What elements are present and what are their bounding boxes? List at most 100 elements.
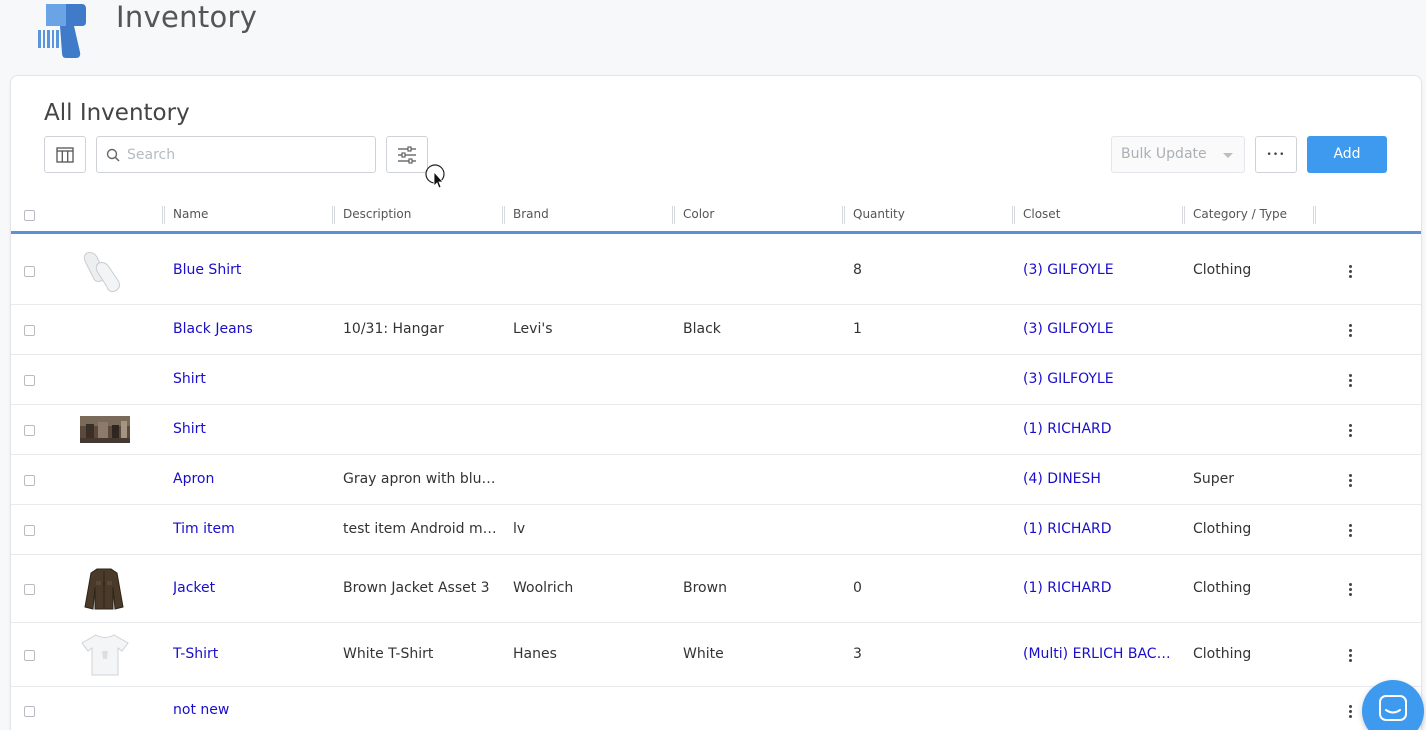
item-category: Clothing bbox=[1193, 521, 1252, 537]
row-menu-kebab-icon[interactable] bbox=[1347, 374, 1353, 388]
mouse-cursor-icon bbox=[425, 164, 445, 189]
item-name-link[interactable]: Jacket bbox=[173, 580, 328, 596]
column-resize-handle[interactable] bbox=[332, 206, 335, 224]
filter-sliders-icon bbox=[398, 145, 416, 164]
item-closet-link[interactable]: (3) GILFOYLE bbox=[1023, 321, 1178, 337]
item-category: Clothing bbox=[1193, 580, 1252, 596]
search-input[interactable] bbox=[127, 143, 367, 167]
item-color: Black bbox=[683, 321, 721, 337]
column-header-description[interactable]: Description bbox=[343, 198, 411, 231]
item-description: Brown Jacket Asset 3 bbox=[343, 580, 490, 596]
chat-icon bbox=[1379, 695, 1407, 721]
item-name-link[interactable]: Blue Shirt bbox=[173, 262, 328, 278]
row-menu-kebab-icon[interactable] bbox=[1347, 324, 1353, 338]
row-checkbox[interactable] bbox=[24, 375, 35, 386]
row-menu-kebab-icon[interactable] bbox=[1347, 705, 1353, 719]
row-checkbox[interactable] bbox=[24, 525, 35, 536]
table-row[interactable]: Shirt (3) GILFOYLE bbox=[11, 355, 1421, 405]
bulk-update-select[interactable]: Bulk Update bbox=[1111, 136, 1245, 173]
column-header-quantity[interactable]: Quantity bbox=[853, 198, 905, 231]
item-name-link[interactable]: Apron bbox=[173, 471, 328, 487]
row-checkbox[interactable] bbox=[24, 325, 35, 336]
more-actions-button[interactable]: ••• bbox=[1255, 136, 1297, 173]
table-row[interactable]: Tim item test item Android mo... lv (1) … bbox=[11, 505, 1421, 555]
item-thumbnail bbox=[80, 416, 130, 443]
row-menu-kebab-icon[interactable] bbox=[1347, 265, 1353, 279]
column-resize-handle[interactable] bbox=[162, 206, 165, 224]
item-category: Clothing bbox=[1193, 262, 1252, 278]
row-menu-kebab-icon[interactable] bbox=[1347, 524, 1353, 538]
item-color: White bbox=[683, 646, 724, 662]
item-brand: Hanes bbox=[513, 646, 557, 662]
inventory-card: All Inventory Bulk Update bbox=[10, 75, 1422, 730]
item-closet-link[interactable]: (4) DINESH bbox=[1023, 471, 1178, 487]
item-name-link[interactable]: T-Shirt bbox=[173, 646, 328, 662]
item-name-link[interactable]: Tim item bbox=[173, 521, 328, 537]
chat-launcher-button[interactable] bbox=[1362, 680, 1424, 730]
item-brand: Levi's bbox=[513, 321, 553, 337]
item-name-link[interactable]: Shirt bbox=[173, 371, 328, 387]
row-menu-kebab-icon[interactable] bbox=[1347, 583, 1353, 597]
item-closet-link[interactable]: (1) RICHARD bbox=[1023, 421, 1178, 437]
table-row[interactable]: Jacket Brown Jacket Asset 3 Woolrich Bro… bbox=[11, 555, 1421, 623]
row-menu-kebab-icon[interactable] bbox=[1347, 474, 1353, 488]
item-thumbnail bbox=[81, 634, 129, 676]
column-resize-handle[interactable] bbox=[1182, 206, 1185, 224]
column-header-closet[interactable]: Closet bbox=[1023, 198, 1060, 231]
row-checkbox[interactable] bbox=[24, 584, 35, 595]
table-row[interactable]: Shirt (1) RICHARD bbox=[11, 405, 1421, 455]
row-checkbox[interactable] bbox=[24, 706, 35, 717]
table-row[interactable]: Apron Gray apron with blue ... (4) DINES… bbox=[11, 455, 1421, 505]
item-name-link[interactable]: not new bbox=[173, 702, 328, 718]
page-title: All Inventory bbox=[44, 100, 190, 126]
bulk-update-label: Bulk Update bbox=[1121, 146, 1207, 162]
column-resize-handle[interactable] bbox=[1313, 206, 1316, 224]
item-closet-link[interactable]: (3) GILFOYLE bbox=[1023, 371, 1178, 387]
app-title: Inventory bbox=[116, 0, 258, 34]
column-resize-handle[interactable] bbox=[502, 206, 505, 224]
column-resize-handle[interactable] bbox=[1012, 206, 1015, 224]
item-name-link[interactable]: Shirt bbox=[173, 421, 328, 437]
item-description: White T-Shirt bbox=[343, 646, 434, 662]
item-closet-link[interactable]: (Multi) ERLICH BACH... bbox=[1023, 646, 1178, 662]
table-row[interactable]: Black Jeans 10/31: Hangar Levi's Black 1… bbox=[11, 305, 1421, 355]
row-checkbox[interactable] bbox=[24, 475, 35, 486]
item-closet-link[interactable]: (1) RICHARD bbox=[1023, 521, 1178, 537]
table-row[interactable]: T-Shirt White T-Shirt Hanes White 3 (Mul… bbox=[11, 623, 1421, 687]
item-thumbnail bbox=[84, 568, 124, 610]
app-header: Inventory bbox=[0, 0, 1426, 70]
row-menu-kebab-icon[interactable] bbox=[1347, 424, 1353, 438]
search-box[interactable] bbox=[96, 136, 376, 173]
filter-button[interactable] bbox=[386, 136, 428, 173]
column-header-color[interactable]: Color bbox=[683, 198, 714, 231]
add-button[interactable]: Add bbox=[1307, 136, 1387, 173]
row-checkbox[interactable] bbox=[24, 425, 35, 436]
columns-button[interactable] bbox=[44, 136, 86, 173]
table-row[interactable]: not new bbox=[11, 687, 1421, 730]
column-resize-handle[interactable] bbox=[842, 206, 845, 224]
item-category: Clothing bbox=[1193, 646, 1252, 662]
item-closet-link[interactable]: (1) RICHARD bbox=[1023, 580, 1178, 596]
column-header-brand[interactable]: Brand bbox=[513, 198, 549, 231]
item-name-link[interactable]: Black Jeans bbox=[173, 321, 328, 337]
column-resize-handle[interactable] bbox=[672, 206, 675, 224]
select-all-checkbox[interactable] bbox=[24, 210, 35, 221]
table-header: Name Description Brand Color Quantity Cl… bbox=[11, 198, 1421, 234]
row-checkbox[interactable] bbox=[24, 650, 35, 661]
search-icon bbox=[106, 148, 120, 162]
item-color: Brown bbox=[683, 580, 727, 596]
row-menu-kebab-icon[interactable] bbox=[1347, 649, 1353, 663]
column-header-name[interactable]: Name bbox=[173, 198, 208, 231]
item-description: 10/31: Hangar bbox=[343, 321, 444, 337]
item-closet-link[interactable]: (3) GILFOYLE bbox=[1023, 262, 1178, 278]
item-category: Super bbox=[1193, 471, 1235, 487]
barcode-scanner-logo-icon bbox=[38, 4, 86, 58]
row-checkbox[interactable] bbox=[24, 266, 35, 277]
item-quantity: 1 bbox=[853, 321, 862, 337]
column-header-category[interactable]: Category / Type bbox=[1193, 198, 1287, 231]
item-description: Gray apron with blue ... bbox=[343, 471, 498, 487]
table-row[interactable]: Blue Shirt 8 (3) GILFOYLE Clothing bbox=[11, 237, 1421, 305]
item-description: test item Android mo... bbox=[343, 521, 498, 537]
item-quantity: 0 bbox=[853, 580, 862, 596]
chevron-down-icon bbox=[1223, 153, 1233, 158]
